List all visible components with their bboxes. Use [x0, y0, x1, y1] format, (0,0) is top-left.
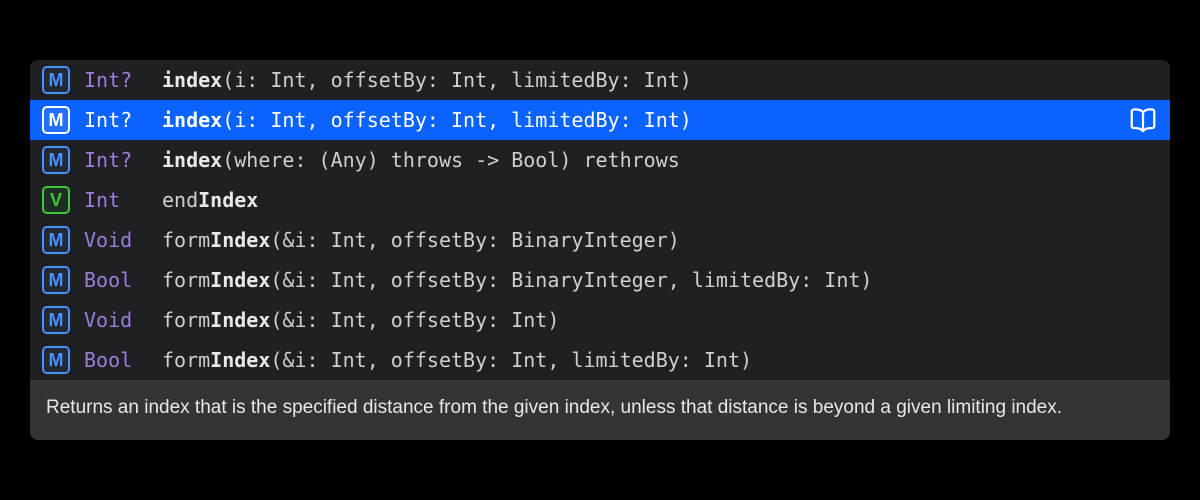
signature: endIndex — [162, 188, 1158, 212]
return-type: Int? — [84, 68, 148, 92]
completion-row[interactable]: M Void formIndex(&i: Int, offsetBy: Int) — [30, 300, 1170, 340]
method-badge-icon: M — [42, 266, 70, 294]
completion-row[interactable]: M Bool formIndex(&i: Int, offsetBy: Int, l… — [30, 340, 1170, 380]
method-badge-icon: M — [42, 226, 70, 254]
signature: formIndex(&i: Int, offsetBy: BinaryInteg… — [162, 228, 1158, 252]
method-badge-icon: M — [42, 146, 70, 174]
return-type: Void — [84, 228, 148, 252]
completion-row[interactable]: M Int? index(i: Int, offsetBy: Int, limite… — [30, 100, 1170, 140]
return-type: Bool — [84, 348, 148, 372]
completion-row[interactable]: M Int? index(i: Int, offsetBy: Int, limite… — [30, 60, 1170, 100]
return-type: Bool — [84, 268, 148, 292]
signature: index(i: Int, offsetBy: Int, limitedBy: … — [162, 68, 1158, 92]
return-type: Void — [84, 308, 148, 332]
signature: index(i: Int, offsetBy: Int, limitedBy: … — [162, 108, 1158, 132]
autocomplete-popup: M Int? index(i: Int, offsetBy: Int, limite… — [30, 60, 1170, 440]
method-badge-icon: M — [42, 106, 70, 134]
completion-row[interactable]: M Bool formIndex(&i: Int, offsetBy: Binary… — [30, 260, 1170, 300]
signature: formIndex(&i: Int, offsetBy: Int) — [162, 308, 1158, 332]
documentation-icon[interactable] — [1128, 107, 1158, 133]
method-badge-icon: M — [42, 346, 70, 374]
completion-list: M Int? index(i: Int, offsetBy: Int, limite… — [30, 60, 1170, 380]
signature: formIndex(&i: Int, offsetBy: Int, limite… — [162, 348, 1158, 372]
completion-row[interactable]: M Void formIndex(&i: Int, offsetBy: Binary… — [30, 220, 1170, 260]
method-badge-icon: M — [42, 306, 70, 334]
return-type: Int — [84, 188, 148, 212]
completion-row[interactable]: V Int endIndex — [30, 180, 1170, 220]
signature: index(where: (Any) throws -> Bool) rethr… — [162, 148, 1158, 172]
variable-badge-icon: V — [42, 186, 70, 214]
method-badge-icon: M — [42, 66, 70, 94]
return-type: Int? — [84, 108, 148, 132]
return-type: Int? — [84, 148, 148, 172]
signature: formIndex(&i: Int, offsetBy: BinaryInteg… — [162, 268, 1158, 292]
completion-description: Returns an index that is the specified d… — [30, 380, 1170, 440]
completion-row[interactable]: M Int? index(where: (Any) throws -> Bool) … — [30, 140, 1170, 180]
